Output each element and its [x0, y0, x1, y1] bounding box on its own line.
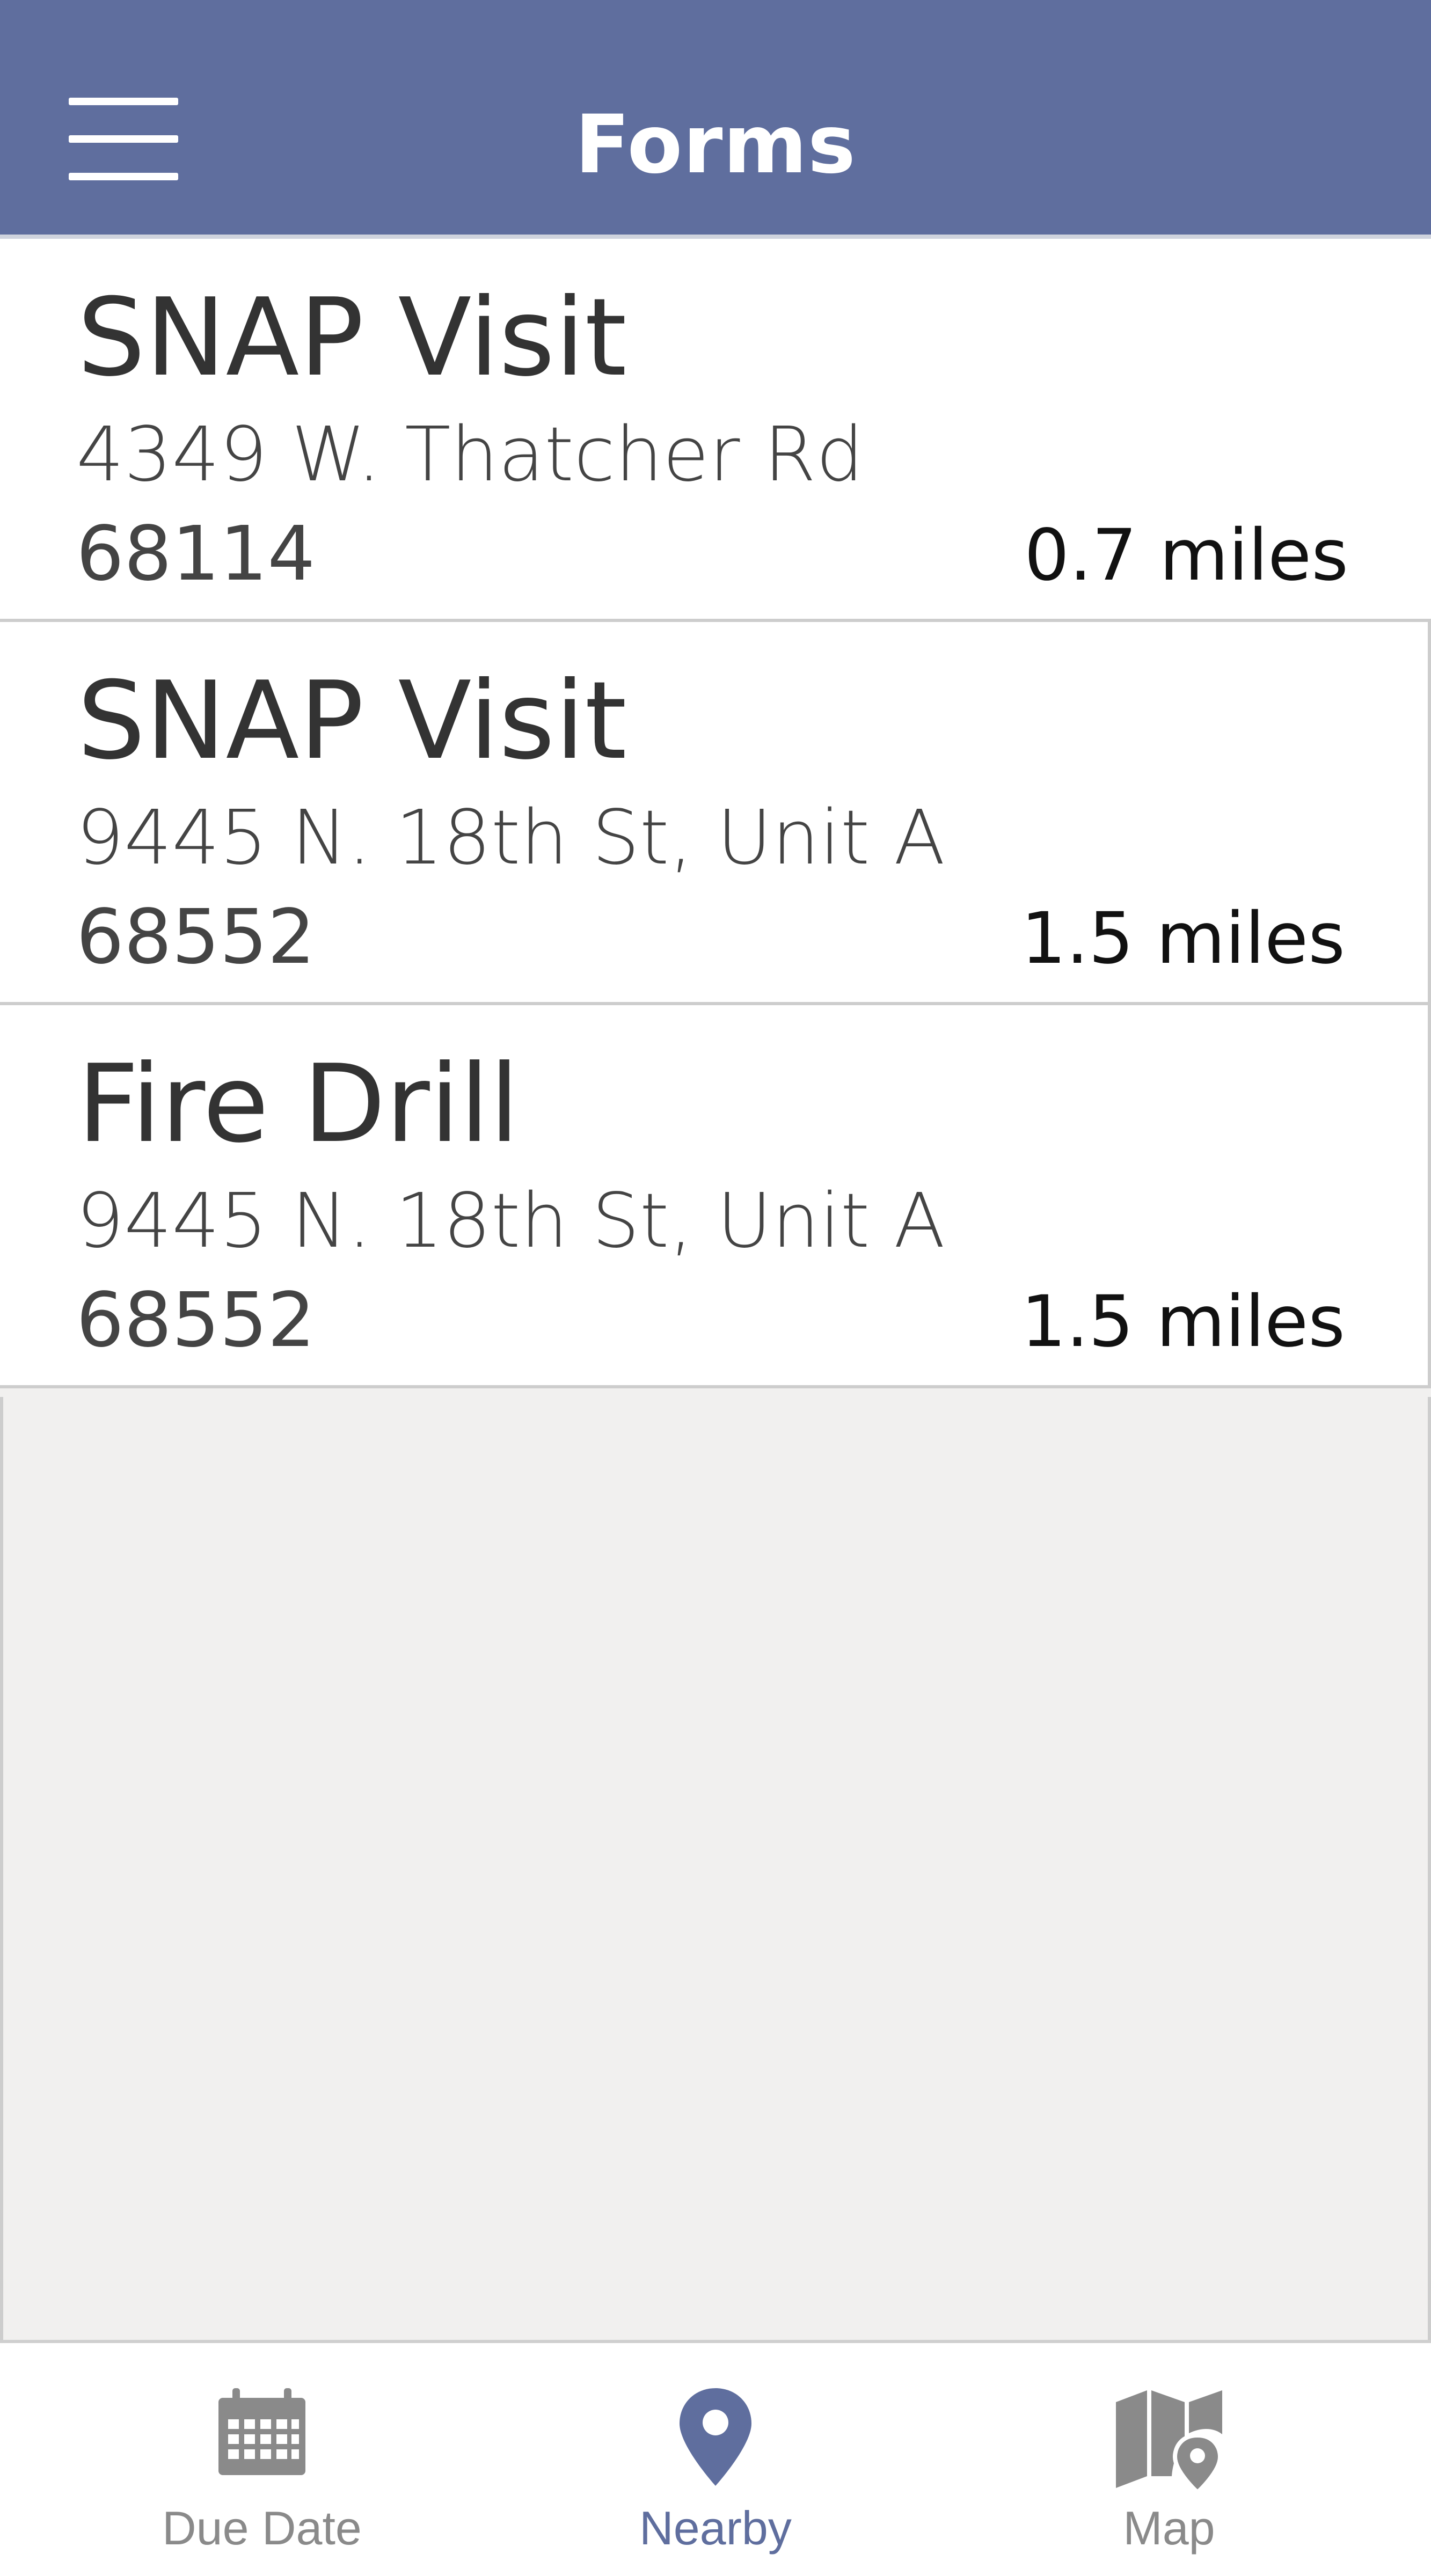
map-icon: [1113, 2386, 1225, 2496]
form-title: SNAP Visit: [77, 658, 627, 784]
form-address: 9445 N. 18th St, Unit A: [76, 1177, 945, 1265]
empty-list-area: [0, 1397, 1431, 2340]
form-list-item[interactable]: SNAP Visit 9445 N. 18th St, Unit A 68552…: [0, 622, 1431, 1005]
app-header: Forms: [0, 0, 1431, 235]
form-list: SNAP Visit 4349 W. Thatcher Rd 68114 0.7…: [0, 239, 1431, 1388]
form-address: 9445 N. 18th St, Unit A: [76, 794, 945, 882]
form-zip: 68114: [76, 510, 316, 598]
form-address: 4349 W. Thatcher Rd: [76, 411, 864, 499]
tab-nearby[interactable]: Nearby: [477, 2343, 954, 2576]
bottom-tab-bar: Due Date Nearby Map: [0, 2340, 1431, 2576]
form-distance: 1.5 miles: [1021, 897, 1345, 980]
tab-map[interactable]: Map: [931, 2343, 1407, 2576]
tab-label: Due Date: [162, 2501, 362, 2555]
tab-label: Map: [1123, 2501, 1215, 2555]
calendar-icon: [216, 2386, 308, 2480]
tab-due-date[interactable]: Due Date: [24, 2343, 500, 2576]
header-divider: [0, 235, 1431, 239]
page-title: Forms: [575, 98, 856, 192]
form-zip: 68552: [76, 1277, 316, 1364]
form-distance: 1.5 miles: [1021, 1280, 1345, 1363]
form-title: SNAP Visit: [77, 275, 627, 400]
form-title: Fire Drill: [77, 1042, 520, 1167]
tab-label: Nearby: [639, 2501, 792, 2555]
form-zip: 68552: [76, 894, 316, 981]
location-pin-icon: [676, 2386, 755, 2491]
form-list-item[interactable]: SNAP Visit 4349 W. Thatcher Rd 68114 0.7…: [0, 239, 1431, 622]
form-list-item[interactable]: Fire Drill 9445 N. 18th St, Unit A 68552…: [0, 1005, 1431, 1388]
app-screen: Forms SNAP Visit 4349 W. Thatcher Rd 681…: [0, 0, 1431, 2576]
form-distance: 0.7 miles: [1024, 514, 1348, 597]
